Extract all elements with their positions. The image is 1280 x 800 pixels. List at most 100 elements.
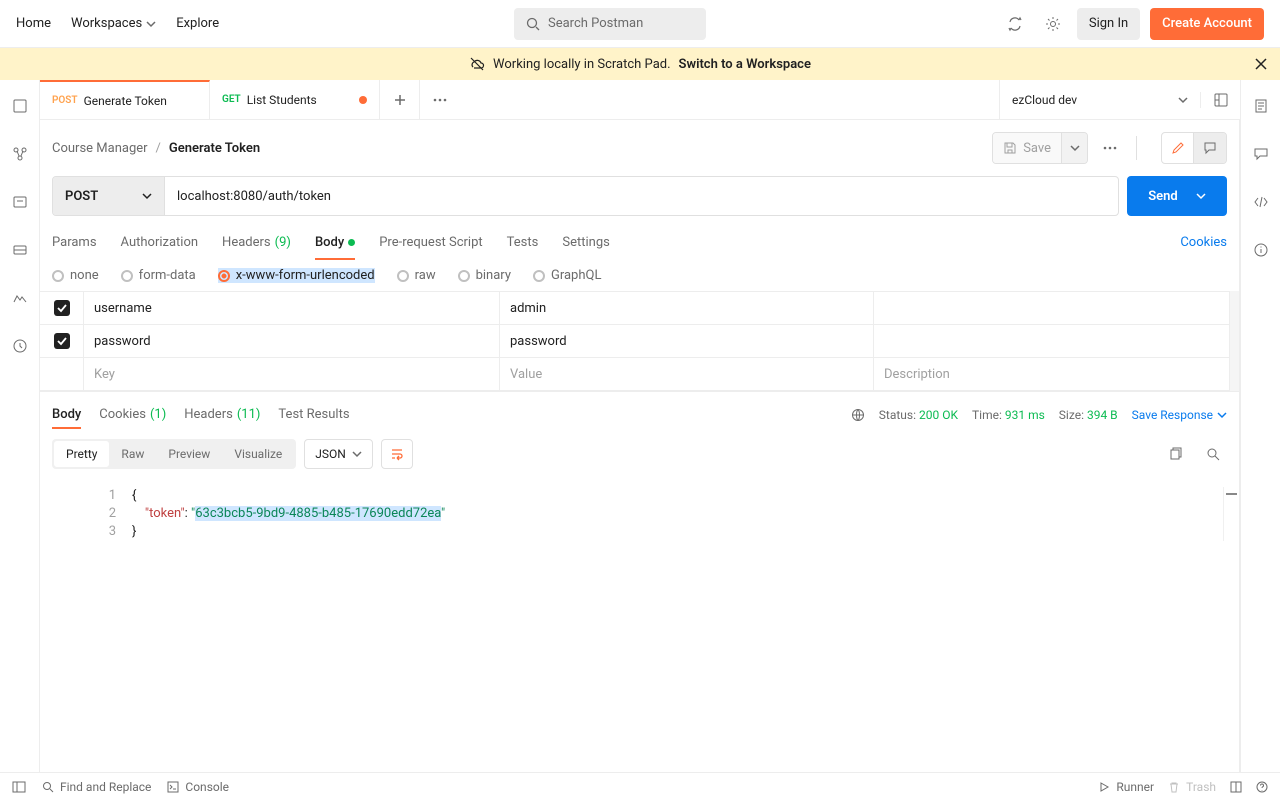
save-button[interactable]: Save <box>993 133 1061 163</box>
param-value-placeholder[interactable]: Value <box>500 358 874 390</box>
save-button-group: Save <box>992 132 1088 164</box>
chevron-down-icon <box>352 449 362 459</box>
method-select[interactable]: POST <box>53 177 165 215</box>
runner-button[interactable]: Runner <box>1098 780 1154 794</box>
param-key[interactable]: password <box>84 325 500 357</box>
edit-icon[interactable] <box>1162 133 1194 163</box>
response-tabs: Body Cookies (1) Headers (11) Test Resul… <box>40 391 1239 429</box>
param-desc[interactable] <box>874 325 1229 357</box>
search-placeholder: Search Postman <box>548 16 643 31</box>
row-checkbox[interactable] <box>40 358 84 390</box>
nav-explore[interactable]: Explore <box>176 16 219 31</box>
radio-dot-icon <box>52 270 64 282</box>
row-checkbox[interactable] <box>40 325 84 357</box>
comments-icon[interactable] <box>1247 140 1275 168</box>
sync-icon[interactable] <box>1001 10 1029 38</box>
code-content[interactable]: { "token": "63c3bcb5-9bd9-4885-b485-1769… <box>132 487 1223 541</box>
banner-close-icon[interactable] <box>1254 57 1268 71</box>
more-actions-icon[interactable] <box>1096 134 1124 162</box>
view-preview[interactable]: Preview <box>156 441 222 467</box>
resp-tab-headers[interactable]: Headers (11) <box>184 400 260 429</box>
settings-icon[interactable] <box>1039 10 1067 38</box>
nav-home[interactable]: Home <box>16 16 51 31</box>
radio-none[interactable]: none <box>52 268 99 283</box>
tab-headers-count: (9) <box>275 235 291 250</box>
row-checkbox[interactable] <box>40 292 84 324</box>
environment-select[interactable]: ezCloud dev <box>1000 93 1200 107</box>
radio-raw[interactable]: raw <box>397 268 436 283</box>
signin-button[interactable]: Sign In <box>1077 8 1140 40</box>
param-desc[interactable] <box>874 292 1229 324</box>
save-dropdown[interactable] <box>1061 133 1087 163</box>
search-input[interactable]: Search Postman <box>514 8 706 40</box>
history-icon[interactable] <box>6 332 34 360</box>
sidebar-right <box>1240 80 1280 772</box>
resp-tab-body[interactable]: Body <box>52 400 81 429</box>
param-value[interactable]: password <box>500 325 874 357</box>
toggle-sidebar-icon[interactable] <box>12 780 26 794</box>
breadcrumb-parent[interactable]: Course Manager <box>52 141 148 156</box>
tab-more-icon[interactable] <box>420 80 460 119</box>
info-icon[interactable] <box>1247 236 1275 264</box>
tab-settings[interactable]: Settings <box>562 224 609 260</box>
find-replace-button[interactable]: Find and Replace <box>42 780 151 794</box>
param-key-placeholder[interactable]: Key <box>84 358 500 390</box>
trash-button[interactable]: Trash <box>1168 780 1216 794</box>
tab-tests[interactable]: Tests <box>507 224 539 260</box>
view-visualize[interactable]: Visualize <box>222 441 294 467</box>
tab-headers[interactable]: Headers (9) <box>222 224 291 260</box>
monitors-icon[interactable] <box>6 284 34 312</box>
banner-link[interactable]: Switch to a Workspace <box>679 57 811 72</box>
radio-graphql[interactable]: GraphQL <box>533 268 601 283</box>
tab-prerequest[interactable]: Pre-request Script <box>379 224 482 260</box>
tab-method: POST <box>52 95 78 106</box>
tab-title: List Students <box>247 93 317 107</box>
minimap[interactable] <box>1223 487 1239 541</box>
check-icon <box>54 333 70 349</box>
param-desc-placeholder[interactable]: Description <box>874 358 1229 390</box>
radio-form-data[interactable]: form-data <box>121 268 196 283</box>
code-icon[interactable] <box>1247 188 1275 216</box>
resp-tab-cookies[interactable]: Cookies (1) <box>99 400 166 429</box>
create-account-button[interactable]: Create Account <box>1150 8 1264 40</box>
cookies-link[interactable]: Cookies <box>1180 235 1227 250</box>
format-select[interactable]: JSON <box>304 439 373 469</box>
apis-icon[interactable] <box>6 140 34 168</box>
scratch-pad-banner: Working locally in Scratch Pad. Switch t… <box>0 48 1280 80</box>
search-response-icon[interactable] <box>1199 440 1227 468</box>
response-body: 1 2 3 { "token": "63c3bcb5-9bd9-4885-b48… <box>40 479 1239 549</box>
environments-icon[interactable] <box>6 188 34 216</box>
console-button[interactable]: Console <box>167 780 229 794</box>
url-input[interactable]: localhost:8080/auth/token <box>165 177 1118 215</box>
save-response-button[interactable]: Save Response <box>1132 408 1227 422</box>
view-pretty[interactable]: Pretty <box>54 441 109 467</box>
documentation-icon[interactable] <box>1247 92 1275 120</box>
radio-xwww[interactable]: x-www-form-urlencoded <box>218 268 375 283</box>
param-value[interactable]: admin <box>500 292 874 324</box>
mock-icon[interactable] <box>6 236 34 264</box>
scrollbar[interactable] <box>1229 291 1239 391</box>
view-raw[interactable]: Raw <box>109 441 156 467</box>
table-row: password password <box>40 325 1229 358</box>
help-icon[interactable] <box>1256 781 1268 793</box>
add-tab-button[interactable] <box>380 80 420 119</box>
tab-params[interactable]: Params <box>52 224 97 260</box>
layout-icon[interactable] <box>1230 781 1242 793</box>
banner-text: Working locally in Scratch Pad. <box>493 57 670 72</box>
environment-quicklook-icon[interactable] <box>1200 92 1240 108</box>
send-button[interactable]: Send <box>1127 176 1227 216</box>
resp-tab-tests[interactable]: Test Results <box>278 400 349 429</box>
wrap-lines-button[interactable] <box>381 439 413 469</box>
tab-list-students[interactable]: GET List Students <box>210 80 380 119</box>
tab-authorization[interactable]: Authorization <box>121 224 199 260</box>
nav-workspaces[interactable]: Workspaces <box>71 16 156 31</box>
globe-icon[interactable] <box>851 408 865 422</box>
tab-generate-token[interactable]: POST Generate Token <box>40 80 210 119</box>
nav-workspaces-label: Workspaces <box>71 16 142 31</box>
tab-body[interactable]: Body <box>315 224 355 260</box>
param-key[interactable]: username <box>84 292 500 324</box>
collections-icon[interactable] <box>6 92 34 120</box>
radio-binary[interactable]: binary <box>458 268 511 283</box>
copy-icon[interactable] <box>1161 440 1189 468</box>
comment-icon[interactable] <box>1194 133 1226 163</box>
